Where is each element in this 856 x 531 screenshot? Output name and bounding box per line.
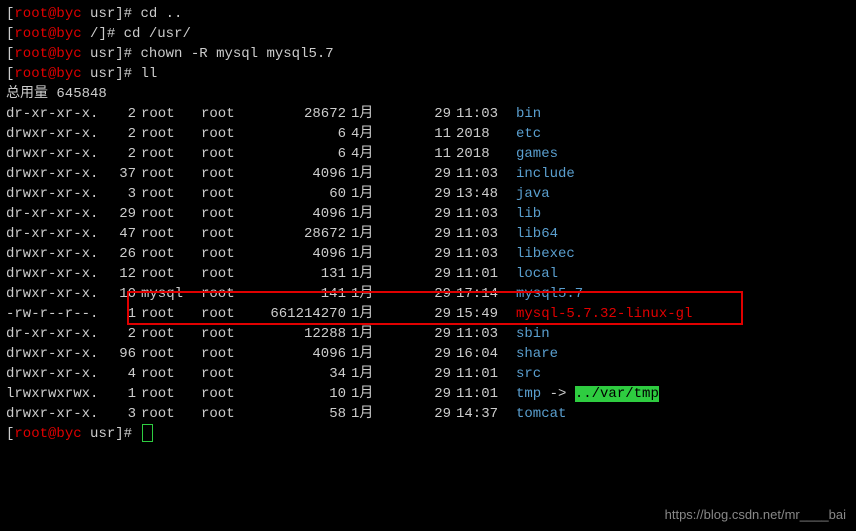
dir-name: games	[516, 146, 558, 162]
dir-name: lib	[516, 206, 541, 222]
listing-row: drwxr-xr-x.96rootroot40961月2916:04share	[6, 344, 850, 364]
listing-row: dr-xr-xr-x.2rootroot286721月2911:03bin	[6, 104, 850, 124]
listing-row: dr-xr-xr-x.47rootroot286721月2911:03lib64	[6, 224, 850, 244]
listing-row: drwxr-xr-x.3rootroot581月2914:37tomcat	[6, 404, 850, 424]
dir-name: java	[516, 186, 550, 202]
total-line: 总用量 645848	[6, 84, 850, 104]
command-line: [root@byc usr]# cd ..	[6, 4, 850, 24]
link-name: tmp	[516, 386, 541, 402]
dir-name: tomcat	[516, 406, 566, 422]
dir-name: lib64	[516, 226, 558, 242]
listing-row: -rw-r--r--.1rootroot6612142701月2915:49my…	[6, 304, 850, 324]
dir-name: src	[516, 366, 541, 382]
dir-name: mysql5.7	[516, 286, 583, 302]
dir-name: local	[516, 266, 558, 282]
listing-row: drwxr-xr-x.37rootroot40961月2911:03includ…	[6, 164, 850, 184]
listing-row: drwxr-xr-x.3rootroot601月2913:48java	[6, 184, 850, 204]
listing-row: drwxr-xr-x.2rootroot64月112018games	[6, 144, 850, 164]
dir-name: sbin	[516, 326, 550, 342]
final-prompt[interactable]: [root@byc usr]#	[6, 424, 850, 444]
dir-name: etc	[516, 126, 541, 142]
listing-row: dr-xr-xr-x.2rootroot122881月2911:03sbin	[6, 324, 850, 344]
listing-row: dr-xr-xr-x.29rootroot40961月2911:03lib	[6, 204, 850, 224]
cursor	[142, 424, 153, 442]
file-name: mysql-5.7.32-linux-gl	[516, 306, 692, 322]
terminal[interactable]: [root@byc usr]# cd ..[root@byc /]# cd /u…	[0, 0, 856, 448]
command-line: [root@byc usr]# chown -R mysql mysql5.7	[6, 44, 850, 64]
listing-row: drwxr-xr-x.2rootroot64月112018etc	[6, 124, 850, 144]
dir-name: share	[516, 346, 558, 362]
listing-row: drwxr-xr-x.12rootroot1311月2911:01local	[6, 264, 850, 284]
dir-name: bin	[516, 106, 541, 122]
dir-name: include	[516, 166, 575, 182]
command-line: [root@byc /]# cd /usr/	[6, 24, 850, 44]
command-line: [root@byc usr]# ll	[6, 64, 850, 84]
link-target: ../var/tmp	[575, 386, 659, 402]
listing-row: drwxr-xr-x.26rootroot40961月2911:03libexe…	[6, 244, 850, 264]
listing-row: drwxr-xr-x.4rootroot341月2911:01src	[6, 364, 850, 384]
dir-name: libexec	[516, 246, 575, 262]
listing-row: drwxr-xr-x.10mysqlroot1411月2917:14mysql5…	[6, 284, 850, 304]
watermark: https://blog.csdn.net/mr____bai	[665, 505, 846, 525]
listing-row: lrwxrwxrwx.1rootroot101月2911:01tmp -> ..…	[6, 384, 850, 404]
